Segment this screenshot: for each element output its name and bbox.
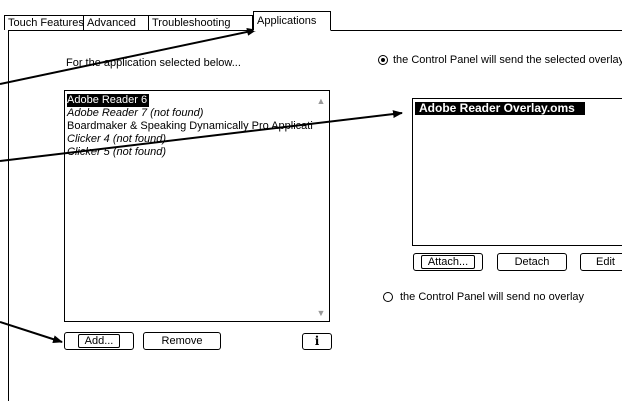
list-item[interactable]: Boardmaker & Speaking Dynamically Pro Ap…	[67, 120, 313, 133]
application-list[interactable]: Adobe Reader 6 Adobe Reader 7 (not found…	[64, 90, 330, 322]
list-item[interactable]: Adobe Reader 6	[67, 94, 150, 107]
attach-button[interactable]: Attach...	[413, 253, 483, 271]
list-item[interactable]: Clicker 5 (not found)	[67, 146, 166, 159]
panel-border-left	[8, 30, 9, 401]
send-selected-overlay-label: the Control Panel will send the selected…	[393, 54, 622, 66]
overlay-list[interactable]: Adobe Reader Overlay.oms	[412, 98, 622, 246]
detach-button[interactable]: Detach	[497, 253, 567, 271]
list-item[interactable]: Clicker 4 (not found)	[67, 133, 166, 146]
arrow-to-add-button	[0, 321, 63, 344]
send-no-overlay-label: the Control Panel will send no overlay	[400, 291, 585, 303]
remove-button[interactable]: Remove	[143, 332, 221, 350]
add-button[interactable]: Add...	[64, 332, 134, 350]
send-no-overlay-radio[interactable]	[383, 292, 393, 302]
tab-advanced[interactable]: Advanced	[83, 15, 149, 30]
scroll-up-icon[interactable]: ▲	[315, 95, 327, 107]
list-item[interactable]: Adobe Reader Overlay.oms	[415, 102, 585, 115]
send-selected-overlay-radio[interactable]	[378, 55, 388, 65]
application-instruction-label: For the application selected below...	[66, 57, 241, 69]
info-button[interactable]: i	[302, 333, 332, 350]
list-item[interactable]: Adobe Reader 7 (not found)	[67, 107, 203, 120]
scroll-down-icon[interactable]: ▼	[315, 307, 327, 319]
tab-touch-features[interactable]: Touch Features	[4, 15, 84, 30]
edit-button[interactable]: Edit	[580, 253, 622, 271]
tab-applications[interactable]: Applications	[253, 11, 331, 31]
tab-troubleshooting[interactable]: Troubleshooting	[148, 15, 253, 30]
